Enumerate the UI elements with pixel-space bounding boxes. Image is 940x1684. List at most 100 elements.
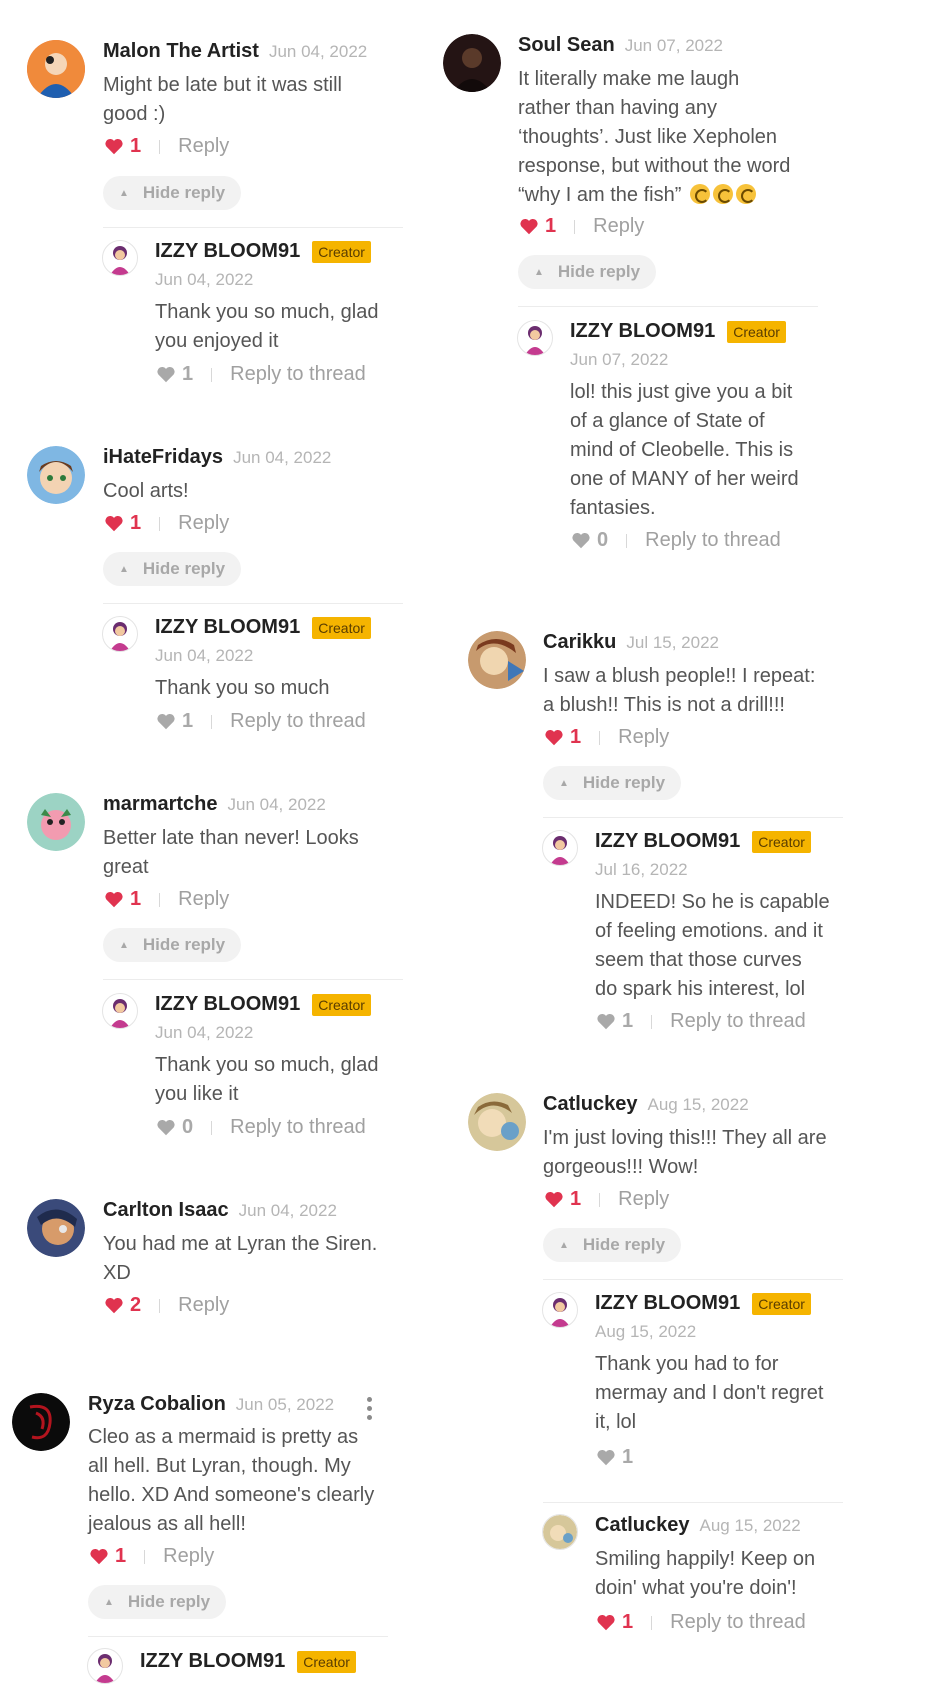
hide-reply-button[interactable]: ▲ Hide reply (103, 928, 242, 962)
avatar[interactable] (27, 1199, 85, 1257)
like-heart-icon[interactable] (103, 138, 125, 156)
reply-button[interactable]: Reply (163, 1545, 214, 1568)
like-count: 1 (545, 215, 557, 237)
reply-to-thread-button[interactable]: Reply to thread (645, 529, 781, 552)
hide-reply-button[interactable]: ▲ Hide reply (103, 552, 242, 586)
comment-author[interactable]: IZZY BLOOM91 (570, 320, 715, 343)
like-heart-icon[interactable] (103, 891, 125, 909)
comment-text: I saw a blush people!! I repeat: a blush… (543, 665, 816, 716)
like-heart-icon[interactable] (155, 366, 177, 384)
avatar[interactable] (542, 1514, 578, 1550)
divider (103, 603, 403, 604)
like-heart-icon[interactable] (595, 1013, 617, 1031)
like-heart-icon[interactable] (518, 218, 540, 236)
reply-to-thread-button[interactable]: Reply to thread (670, 1010, 806, 1033)
creator-avatar[interactable] (542, 830, 578, 866)
like-heart-icon[interactable] (595, 1614, 617, 1632)
like-heart-icon[interactable] (543, 1191, 565, 1209)
divider (103, 979, 403, 980)
like-count: 1 (622, 1446, 634, 1468)
reply-button[interactable]: Reply (618, 726, 669, 749)
like-heart-icon[interactable] (103, 1297, 125, 1315)
comment-text: I'm just loving this!!! They all are gor… (543, 1127, 827, 1178)
like-count: 2 (130, 1294, 142, 1316)
comment-date: Jul 15, 2022 (626, 632, 720, 652)
hide-reply-button[interactable]: ▲ Hide reply (103, 176, 242, 210)
reply-to-thread-button[interactable]: Reply to thread (230, 1116, 366, 1139)
avatar[interactable] (27, 446, 85, 504)
divider (159, 892, 161, 907)
comment-author[interactable]: IZZY BLOOM91 (595, 830, 740, 853)
reply-button[interactable]: Reply (178, 888, 229, 911)
hide-reply-button[interactable]: ▲ Hide reply (543, 1228, 682, 1262)
like-heart-icon[interactable] (103, 515, 125, 533)
comment-author[interactable]: Catluckey (543, 1093, 638, 1116)
comment-date: Jun 04, 2022 (155, 1023, 254, 1042)
comment-date: Jun 04, 2022 (233, 447, 332, 467)
avatar[interactable] (468, 1093, 526, 1151)
comment-author[interactable]: IZZY BLOOM91 (140, 1650, 285, 1673)
avatar[interactable] (12, 1393, 70, 1451)
hide-reply-button[interactable]: ▲ Hide reply (88, 1585, 227, 1619)
reply-to-thread-button[interactable]: Reply to thread (230, 710, 366, 733)
like-heart-icon[interactable] (570, 532, 592, 550)
like-heart-icon[interactable] (155, 1119, 177, 1137)
creator-badge: Creator (727, 320, 786, 343)
caret-up-icon: ▲ (119, 187, 129, 199)
rolling-laughing-emoji-icon (735, 184, 756, 204)
divider (144, 1549, 146, 1564)
like-heart-icon[interactable] (88, 1548, 110, 1566)
reply-button[interactable]: Reply (178, 135, 229, 158)
comment-author[interactable]: IZZY BLOOM91 (155, 240, 300, 263)
like-heart-icon[interactable] (155, 713, 177, 731)
comment-author[interactable]: iHateFridays (103, 446, 223, 469)
comment-author[interactable]: Catluckey (595, 1514, 690, 1537)
comment-date: Aug 15, 2022 (699, 1515, 801, 1535)
creator-avatar[interactable] (542, 1292, 578, 1328)
reply-button[interactable]: Reply (618, 1188, 669, 1211)
rolling-laughing-emoji-icon (689, 184, 710, 204)
comment-author[interactable]: Carlton Isaac (103, 1199, 229, 1222)
creator-avatar[interactable] (87, 1648, 123, 1684)
like-heart-icon[interactable] (543, 729, 565, 747)
comment-author[interactable]: Ryza Cobalion (88, 1393, 226, 1416)
comment-author[interactable]: Malon The Artist (103, 40, 259, 63)
avatar[interactable] (443, 34, 501, 92)
comment-text: Thank you had to for mermay and I don't … (595, 1353, 824, 1433)
reply-button[interactable]: Reply (593, 215, 644, 238)
comment-author[interactable]: IZZY BLOOM91 (595, 1292, 740, 1315)
reply-to-thread-button[interactable]: Reply to thread (230, 363, 366, 386)
avatar[interactable] (468, 631, 526, 689)
comment-date: Jun 04, 2022 (227, 794, 326, 814)
like-heart-icon[interactable] (595, 1449, 617, 1467)
rolling-laughing-emoji-icon (712, 184, 733, 204)
more-options-icon[interactable] (367, 1397, 373, 1424)
creator-avatar[interactable] (102, 240, 138, 276)
reply-button[interactable]: Reply (178, 1294, 229, 1317)
caret-up-icon: ▲ (559, 1239, 569, 1251)
like-count: 1 (570, 726, 582, 748)
comment-author[interactable]: IZZY BLOOM91 (155, 993, 300, 1016)
reply-to-thread-button[interactable]: Reply to thread (670, 1611, 806, 1634)
caret-up-icon: ▲ (559, 777, 569, 789)
caret-up-icon: ▲ (119, 563, 129, 575)
divider (599, 730, 601, 745)
creator-avatar[interactable] (102, 616, 138, 652)
like-count: 0 (182, 1116, 194, 1138)
creator-avatar[interactable] (517, 320, 553, 356)
avatar[interactable] (27, 40, 85, 98)
divider (574, 219, 576, 234)
creator-badge: Creator (752, 830, 811, 853)
like-count: 1 (570, 1188, 582, 1210)
comment-author[interactable]: Soul Sean (518, 34, 615, 57)
comment-author[interactable]: Carikku (543, 631, 616, 654)
hide-reply-button[interactable]: ▲ Hide reply (518, 255, 657, 289)
comment-author[interactable]: marmartche (103, 793, 218, 816)
avatar[interactable] (27, 793, 85, 851)
caret-up-icon: ▲ (104, 1596, 114, 1608)
divider (159, 139, 161, 154)
creator-avatar[interactable] (102, 993, 138, 1029)
comment-author[interactable]: IZZY BLOOM91 (155, 616, 300, 639)
reply-button[interactable]: Reply (178, 512, 229, 535)
hide-reply-button[interactable]: ▲ Hide reply (543, 766, 682, 800)
